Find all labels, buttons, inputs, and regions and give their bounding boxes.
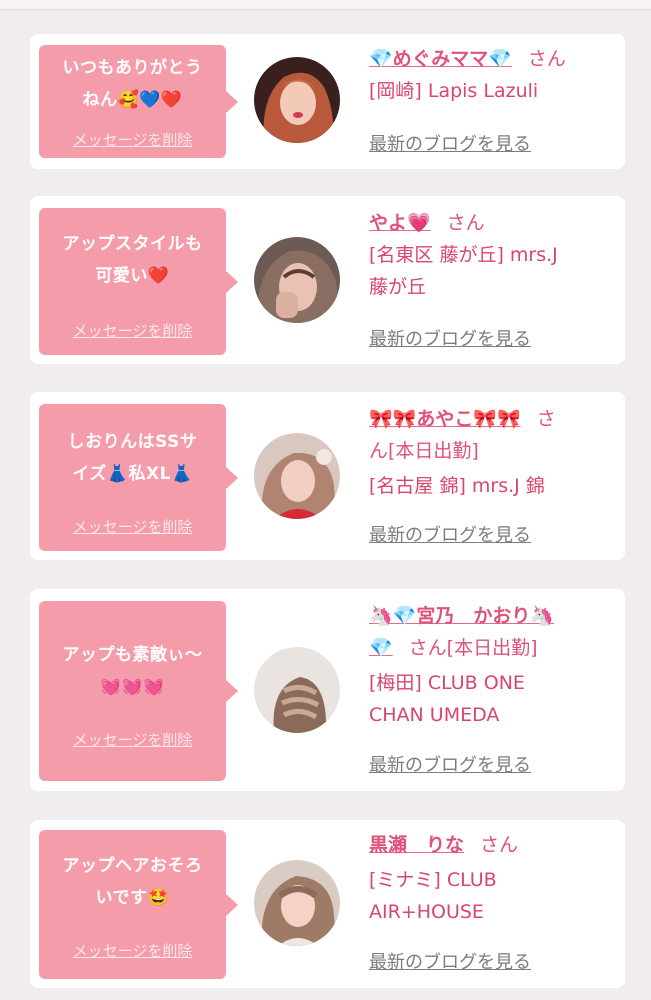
message-card: しおりんはSSサ イズ👗私XL👗 メッセージを削除 🎀🎀あやこ🎀🎀 さ ん[本日出… (30, 392, 625, 560)
honorific: さん (527, 48, 566, 70)
message-text: アップヘアおそろ いです🤩 (62, 856, 203, 908)
cast-name-link-cont[interactable]: 💎 (369, 637, 393, 659)
honorific: さん (480, 834, 519, 856)
delete-message-link[interactable]: メッセージを削除 (39, 320, 226, 341)
message-bubble: しおりんはSSサ イズ👗私XL👗 メッセージを削除 (39, 404, 238, 551)
attendance-status: ん[本日出勤] (369, 440, 479, 462)
cast-name-link[interactable]: 黒瀬 りな (369, 834, 464, 856)
profile-info: 🦄💎宮乃 かおり🦄 💎 さん[本日出勤] [梅田] CLUB ONE CHAN U… (369, 600, 614, 731)
latest-blog-link[interactable]: 最新のブログを見る (369, 325, 531, 351)
latest-blog-link[interactable]: 最新のブログを見る (369, 948, 531, 974)
shop-label: [名古屋 錦] mrs.J 錦 (369, 475, 545, 497)
message-card: アップヘアおそろ いです🤩 メッセージを削除 黒瀬 りな さん [ミナミ] CLU… (30, 820, 625, 988)
message-text: いつもありがとう ねん🥰💙❤️ (62, 58, 203, 110)
delete-message-link[interactable]: メッセージを削除 (39, 729, 226, 750)
message-text: アップスタイルも 可愛い❤️ (62, 234, 203, 286)
cast-name-link[interactable]: 🦄💎宮乃 かおり🦄 (369, 605, 554, 627)
shop-label: [ミナミ] CLUB AIR+HOUSE (369, 869, 497, 923)
message-bubble: いつもありがとう ねん🥰💙❤️ メッセージを削除 (39, 45, 238, 158)
top-bar (0, 0, 651, 10)
message-text: アップも素敵ぃ〜 💓💓💓 (62, 645, 203, 697)
delete-message-link[interactable]: メッセージを削除 (39, 129, 226, 150)
message-bubble: アップも素敵ぃ〜 💓💓💓 メッセージを削除 (39, 601, 238, 781)
message-card: アップスタイルも 可愛い❤️ メッセージを削除 やよ💗 さん [名東区 藤が丘] … (30, 196, 625, 364)
honorific: さん[本日出勤] (408, 637, 538, 659)
profile-info: やよ💗 さん [名東区 藤が丘] mrs.J 藤が丘 (369, 207, 614, 303)
message-card: アップも素敵ぃ〜 💓💓💓 メッセージを削除 🦄💎宮乃 かおり🦄 💎 さん[本日出勤… (30, 589, 625, 791)
profile-info: 💎めぐみママ💎 さん [岡崎] Lapis Lazuli (369, 43, 614, 107)
cast-name-link[interactable]: 💎めぐみママ💎 (369, 48, 512, 70)
cast-name-link[interactable]: やよ💗 (369, 212, 431, 234)
message-bubble: アップスタイルも 可愛い❤️ メッセージを削除 (39, 208, 238, 355)
shop-label: [岡崎] Lapis Lazuli (369, 80, 539, 102)
latest-blog-link[interactable]: 最新のブログを見る (369, 751, 531, 777)
avatar[interactable] (254, 433, 340, 519)
honorific: さ (536, 408, 556, 430)
latest-blog-link[interactable]: 最新のブログを見る (369, 521, 531, 547)
delete-message-link[interactable]: メッセージを削除 (39, 516, 226, 537)
message-card: いつもありがとう ねん🥰💙❤️ メッセージを削除 💎めぐみママ💎 さん [岡崎] … (30, 34, 625, 169)
profile-info: 🎀🎀あやこ🎀🎀 さ ん[本日出勤] [名古屋 錦] mrs.J 錦 (369, 403, 614, 502)
shop-label: [梅田] CLUB ONE CHAN UMEDA (369, 672, 525, 726)
avatar[interactable] (254, 57, 340, 143)
message-text: しおりんはSSサ イズ👗私XL👗 (67, 432, 198, 484)
avatar[interactable] (254, 860, 340, 946)
honorific: さん (446, 212, 485, 234)
avatar[interactable] (254, 647, 340, 733)
avatar[interactable] (254, 237, 340, 323)
latest-blog-link[interactable]: 最新のブログを見る (369, 130, 531, 156)
shop-label: [名東区 藤が丘] mrs.J 藤が丘 (369, 244, 558, 298)
message-bubble: アップヘアおそろ いです🤩 メッセージを削除 (39, 830, 238, 979)
cast-name-link[interactable]: 🎀🎀あやこ🎀🎀 (369, 408, 521, 430)
profile-info: 黒瀬 りな さん [ミナミ] CLUB AIR+HOUSE (369, 829, 614, 928)
delete-message-link[interactable]: メッセージを削除 (39, 940, 226, 961)
